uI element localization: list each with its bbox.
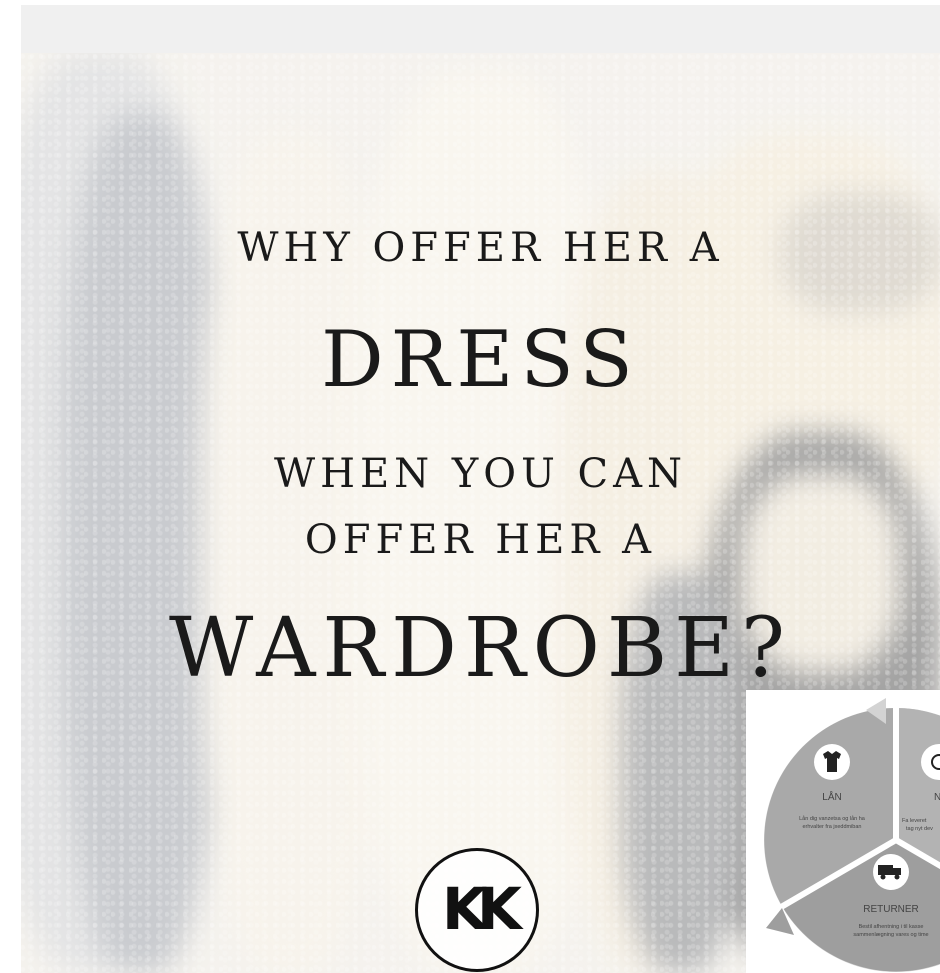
brand-logo: KK: [415, 848, 539, 972]
headline-line-1: WHY OFFER HER A: [237, 225, 724, 271]
segment-description: sammenlægning vares og time: [853, 932, 928, 938]
headline-line-4: OFFER HER A: [304, 517, 657, 563]
segment-label: LÅN: [822, 790, 841, 803]
rental-cycle-infographic: LÅN Lån dig vanzetsa og lån ha erhvalter…: [746, 690, 940, 973]
page-frame: WHY OFFER HER A DRESS WHEN YOU CAN OFFER…: [0, 0, 940, 973]
segment-description: Fa leveret: [902, 818, 927, 824]
segment-description: Bestil afhentning i til kasse: [859, 924, 924, 930]
headline-dress: DRESS: [321, 315, 640, 405]
segment-description: Lån dig vanzetsa og lån ha: [799, 815, 866, 822]
headline-line-3: WHEN YOU CAN: [273, 451, 688, 497]
cycle-diagram: LÅN Lån dig vanzetsa og lån ha erhvalter…: [764, 698, 940, 972]
segment-description: tag nyt dev: [906, 826, 933, 832]
headline-wardrobe: WARDROBE?: [169, 601, 792, 696]
segment-label: N: [934, 792, 940, 803]
segment-description: erhvalter fra jxeddmiban: [802, 824, 861, 830]
top-bar: [21, 5, 940, 53]
segment-label: RETURNER: [863, 904, 919, 915]
logo-monogram: KK: [442, 875, 522, 943]
